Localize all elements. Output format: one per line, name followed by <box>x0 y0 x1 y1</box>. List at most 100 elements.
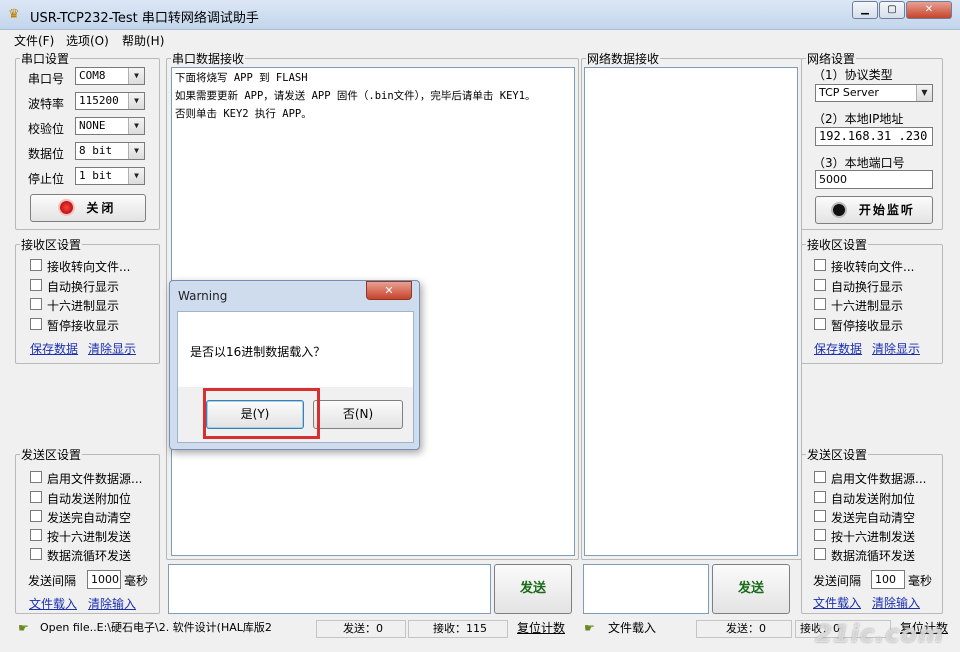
close-port-button[interactable]: 关闭 <box>30 194 146 222</box>
left-send-option-checkbox-3[interactable] <box>30 529 42 541</box>
close-button[interactable]: ✕ <box>906 1 952 19</box>
app-icon: ♛ <box>8 7 20 22</box>
left-clear-input-link[interactable]: 清除输入 <box>88 595 136 612</box>
local-port-label: （3）本地端口号 <box>813 156 905 170</box>
right-recv-option-checkbox-2[interactable] <box>814 298 826 310</box>
left-recv-option-checkbox-2[interactable] <box>30 298 42 310</box>
left-send-option-checkbox-4[interactable] <box>30 548 42 560</box>
right-load-file-link[interactable]: 文件载入 <box>813 594 861 611</box>
dialog-title: Warning <box>178 289 228 303</box>
left-send-option-label-3: 按十六进制发送 <box>47 530 132 544</box>
right-interval-label: 发送间隔 <box>813 574 862 588</box>
local-ip-input[interactable]: 192.168.31 .230 <box>815 127 933 146</box>
right-recv-option-checkbox-3[interactable] <box>814 318 826 330</box>
watermark: 21ic.com <box>815 620 944 648</box>
left-recv-option-checkbox-1[interactable] <box>30 279 42 291</box>
dialog-close-button[interactable]: ✕ <box>366 281 412 300</box>
right-interval-unit: 毫秒 <box>908 574 933 588</box>
right-interval-input[interactable]: 100 <box>871 570 905 589</box>
local-port-input[interactable]: 5000 <box>815 170 933 189</box>
right-recv-settings-legend: 接收区设置 <box>807 238 868 252</box>
left-send-option-checkbox-1[interactable] <box>30 491 42 503</box>
left-reset-count-button[interactable]: 复位计数 <box>513 620 575 638</box>
right-send-option-checkbox-4[interactable] <box>814 548 826 560</box>
right-recv-option-label-1: 自动换行显示 <box>831 280 904 294</box>
left-interval-label: 发送间隔 <box>28 574 77 588</box>
right-clear-input-link[interactable]: 清除输入 <box>872 594 920 611</box>
right-send-option-checkbox-2[interactable] <box>814 510 826 522</box>
net-settings-legend: 网络设置 <box>807 52 856 66</box>
dialog-no-button[interactable]: 否(N) <box>313 400 403 429</box>
stopbits-label: 停止位 <box>28 172 65 186</box>
left-recv-option-label-1: 自动换行显示 <box>47 280 120 294</box>
left-send-settings-legend: 发送区设置 <box>21 448 82 462</box>
dialog-message: 是否以16进制数据载入？ <box>190 345 326 359</box>
parity-value: NONE <box>79 119 106 132</box>
minimize-button[interactable]: ▁ <box>852 1 878 19</box>
serial-send-button[interactable]: 发送 <box>494 564 572 614</box>
ip-label: （2）本地IP地址 <box>813 112 904 126</box>
parity-select[interactable]: NONE ▼ <box>75 117 145 135</box>
baud-label: 波特率 <box>28 97 65 111</box>
right-send-settings-legend: 发送区设置 <box>807 448 868 462</box>
databits-value: 8 bit <box>79 144 113 157</box>
left-recv-option-checkbox-0[interactable] <box>30 259 42 271</box>
right-save-data-link[interactable]: 保存数据 <box>814 340 862 357</box>
serial-recv-line-0: 下面将烧写 APP 到 FLASH <box>175 72 308 84</box>
right-recv-option-label-0: 接收转向文件... <box>831 260 915 274</box>
menu-options[interactable]: 选项(O) <box>66 32 109 49</box>
right-clear-display-link[interactable]: 清除显示 <box>872 340 920 357</box>
port-select[interactable]: COM8 ▼ <box>75 67 145 85</box>
right-send-option-label-1: 自动发送附加位 <box>831 492 916 506</box>
menu-help[interactable]: 帮助(H) <box>122 32 164 49</box>
left-send-option-checkbox-0[interactable] <box>30 471 42 483</box>
serial-send-input[interactable] <box>168 564 491 614</box>
port-label: 串口号 <box>28 72 65 86</box>
title-bar: ♛ USR-TCP232-Test 串口转网络调试助手 ▁ ▢ ✕ <box>0 0 960 30</box>
protocol-select[interactable]: TCP Server ▼ <box>815 84 933 102</box>
databits-select[interactable]: 8 bit ▼ <box>75 142 145 160</box>
right-recv-option-checkbox-0[interactable] <box>814 259 826 271</box>
net-send-button[interactable]: 发送 <box>712 564 790 614</box>
left-recv-option-label-3: 暂停接收显示 <box>47 319 120 333</box>
left-send-option-label-1: 自动发送附加位 <box>47 492 132 506</box>
right-recv-option-label-3: 暂停接收显示 <box>831 319 904 333</box>
listen-status-icon <box>833 204 846 216</box>
left-recv-settings-legend: 接收区设置 <box>21 238 82 252</box>
start-listen-label: 开始监听 <box>858 203 915 217</box>
left-send-option-checkbox-2[interactable] <box>30 510 42 522</box>
right-send-option-label-0: 启用文件数据源... <box>831 472 927 486</box>
right-send-option-label-3: 按十六进制发送 <box>831 530 916 544</box>
left-save-data-link[interactable]: 保存数据 <box>30 340 78 357</box>
status-right-file: 文件载入 <box>608 621 657 635</box>
left-recv-option-checkbox-3[interactable] <box>30 318 42 330</box>
left-clear-display-link[interactable]: 清除显示 <box>88 340 136 357</box>
window-title: USR-TCP232-Test 串口转网络调试助手 <box>30 11 259 26</box>
right-recv-option-checkbox-1[interactable] <box>814 279 826 291</box>
net-send-input[interactable] <box>583 564 709 614</box>
right-send-option-checkbox-0[interactable] <box>814 471 826 483</box>
maximize-button[interactable]: ▢ <box>879 1 905 19</box>
right-send-option-label-2: 发送完自动清空 <box>831 511 916 525</box>
chevron-down-icon: ▼ <box>128 68 144 84</box>
left-interval-unit: 毫秒 <box>124 574 149 588</box>
chevron-down-icon: ▼ <box>128 118 144 134</box>
status-left-recv: 接收：115 <box>408 620 508 638</box>
chevron-down-icon: ▼ <box>128 168 144 184</box>
stopbits-select[interactable]: 1 bit ▼ <box>75 167 145 185</box>
port-status-red-icon <box>59 201 73 214</box>
left-load-file-link[interactable]: 文件载入 <box>29 595 77 612</box>
right-send-option-label-4: 数据流循环发送 <box>831 549 916 563</box>
protocol-value: TCP Server <box>819 86 879 99</box>
right-send-option-checkbox-3[interactable] <box>814 529 826 541</box>
right-send-option-checkbox-1[interactable] <box>814 491 826 503</box>
start-listen-button[interactable]: 开始监听 <box>815 196 933 224</box>
net-recv-textarea[interactable] <box>584 67 798 556</box>
port-value: COM8 <box>79 69 106 82</box>
status-left-file: Open file..E:\硬石电子\2. 软件设计(HAL库版2 <box>40 621 272 634</box>
menu-file[interactable]: 文件(F) <box>14 32 54 49</box>
baud-select[interactable]: 115200 ▼ <box>75 92 145 110</box>
serial-recv-line-1: 如果需要更新 APP，请发送 APP 固件（.bin文件），完毕后请单击 KEY… <box>175 90 536 102</box>
serial-recv-line-2: 否则单击 KEY2 执行 APP。 <box>175 108 312 120</box>
left-interval-input[interactable]: 1000 <box>87 570 121 589</box>
